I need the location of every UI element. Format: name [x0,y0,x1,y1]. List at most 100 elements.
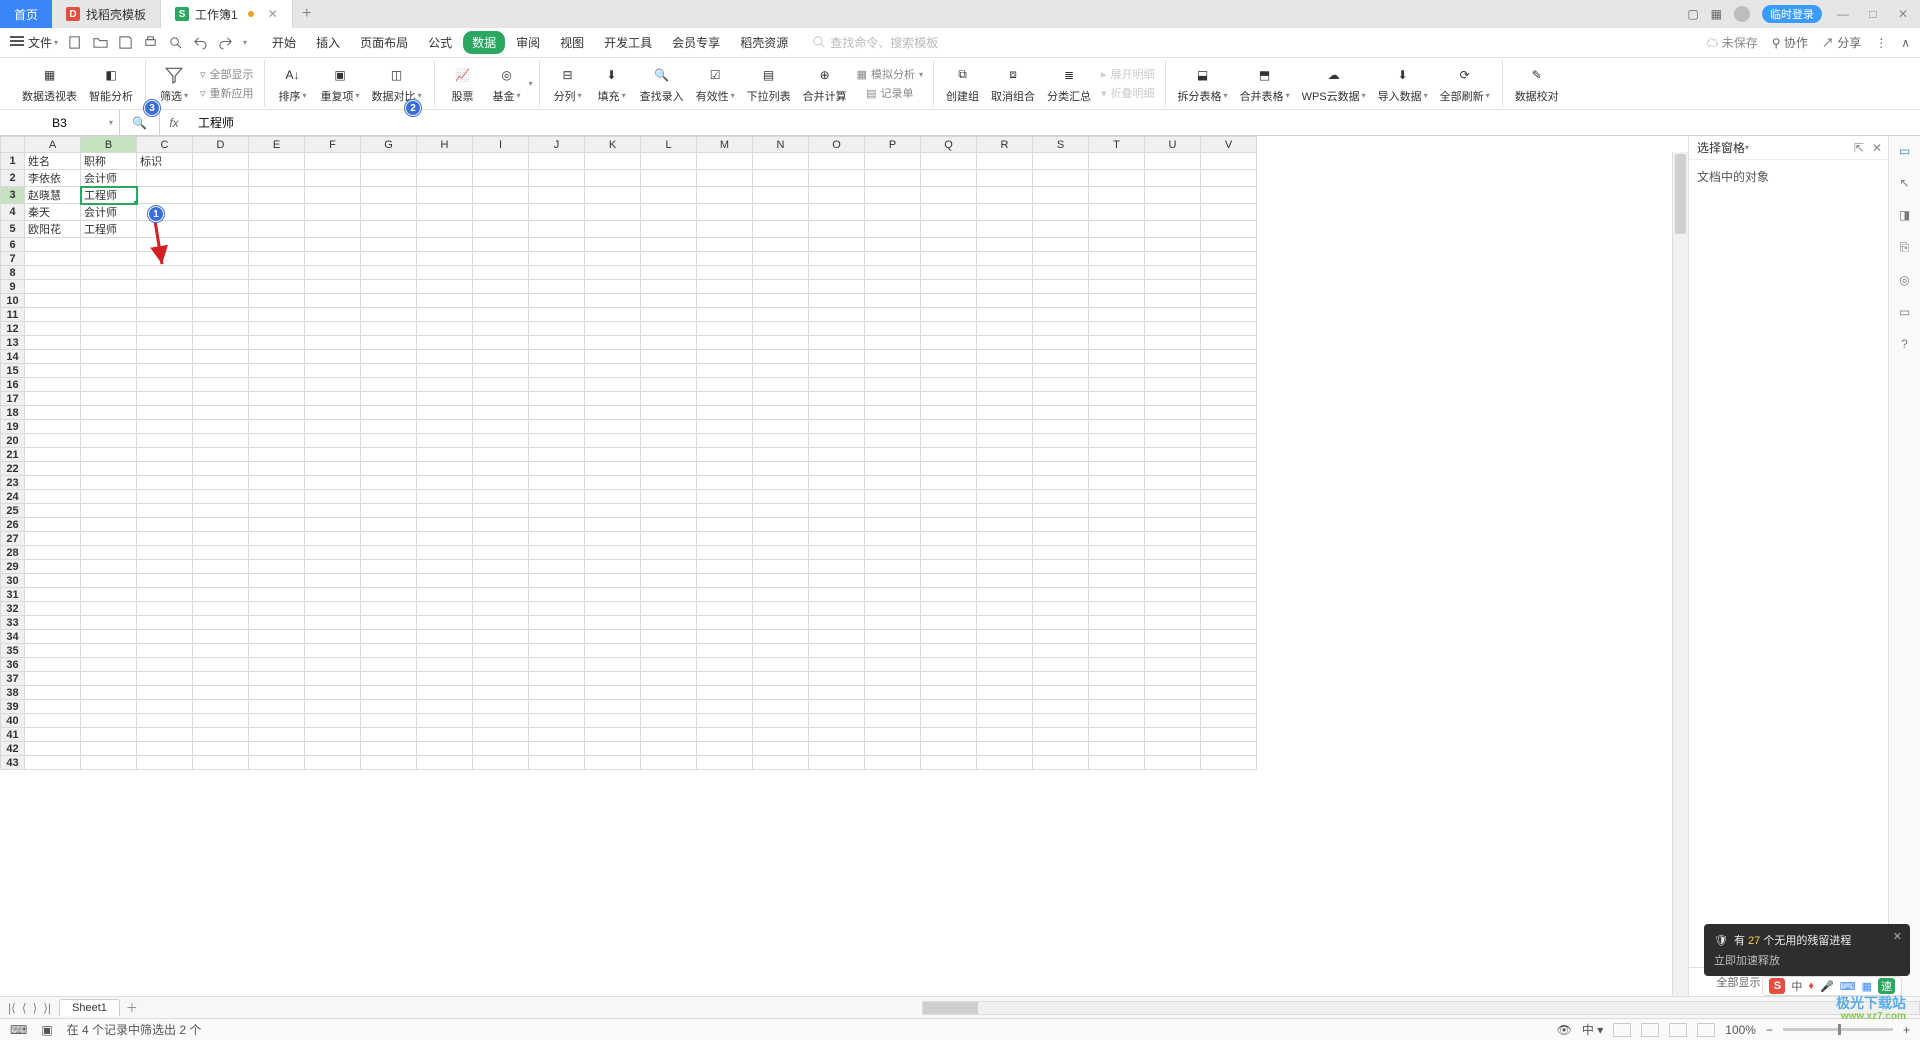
cell-T17[interactable] [1089,392,1145,406]
tab-home[interactable]: 首页 [0,0,52,28]
cell-H29[interactable] [417,560,473,574]
cell-S17[interactable] [1033,392,1089,406]
cell-R5[interactable] [977,221,1033,238]
fx-button[interactable]: fx [160,110,188,135]
cell-J16[interactable] [529,378,585,392]
cell-K13[interactable] [585,336,641,350]
duplicates-button[interactable]: ▣重复项▾ [315,64,366,104]
cell-H22[interactable] [417,462,473,476]
cell-V29[interactable] [1201,560,1257,574]
cell-P36[interactable] [865,658,921,672]
cell-D1[interactable] [193,153,249,170]
cell-V34[interactable] [1201,630,1257,644]
collapse-ribbon-icon[interactable]: ∧ [1901,36,1910,50]
cell-J37[interactable] [529,672,585,686]
cell-Q42[interactable] [921,742,977,756]
side-help-icon[interactable]: ? [1901,337,1908,351]
cell-S42[interactable] [1033,742,1089,756]
cell-T35[interactable] [1089,644,1145,658]
cell-T24[interactable] [1089,490,1145,504]
cell-S19[interactable] [1033,420,1089,434]
cell-J29[interactable] [529,560,585,574]
cell-B31[interactable] [81,588,137,602]
view-break-button[interactable] [1669,1023,1687,1037]
cell-L21[interactable] [641,448,697,462]
cell-M32[interactable] [697,602,753,616]
cell-R25[interactable] [977,504,1033,518]
cell-L13[interactable] [641,336,697,350]
cell-E26[interactable] [249,518,305,532]
cell-I8[interactable] [473,266,529,280]
cell-Q14[interactable] [921,350,977,364]
cell-G25[interactable] [361,504,417,518]
cell-G35[interactable] [361,644,417,658]
cell-D37[interactable] [193,672,249,686]
cell-E9[interactable] [249,280,305,294]
cell-P34[interactable] [865,630,921,644]
cell-H17[interactable] [417,392,473,406]
cell-T15[interactable] [1089,364,1145,378]
cell-B30[interactable] [81,574,137,588]
cell-K16[interactable] [585,378,641,392]
col-header-Q[interactable]: Q [921,137,977,153]
cell-E33[interactable] [249,616,305,630]
cell-K17[interactable] [585,392,641,406]
cell-V20[interactable] [1201,434,1257,448]
cell-M26[interactable] [697,518,753,532]
cell-G22[interactable] [361,462,417,476]
cell-U40[interactable] [1145,714,1201,728]
cell-R18[interactable] [977,406,1033,420]
cell-Q40[interactable] [921,714,977,728]
cell-N40[interactable] [753,714,809,728]
cell-R3[interactable] [977,187,1033,204]
cell-R8[interactable] [977,266,1033,280]
cell-Q4[interactable] [921,204,977,221]
cell-T20[interactable] [1089,434,1145,448]
cell-H42[interactable] [417,742,473,756]
cell-H43[interactable] [417,756,473,770]
spreadsheet-grid[interactable]: ABCDEFGHIJKLMNOPQRSTUV1姓名职称标识2李依依会计师3赵晓慧… [0,136,1257,770]
side-settings-icon[interactable]: ◎ [1899,273,1909,287]
cell-M20[interactable] [697,434,753,448]
cell-A7[interactable] [25,252,81,266]
cell-F3[interactable] [305,187,361,204]
cell-B42[interactable] [81,742,137,756]
cell-O34[interactable] [809,630,865,644]
cell-F26[interactable] [305,518,361,532]
cell-C39[interactable] [137,700,193,714]
cell-E11[interactable] [249,308,305,322]
cell-T34[interactable] [1089,630,1145,644]
cell-O30[interactable] [809,574,865,588]
group-button[interactable]: ⧉创建组 [940,64,985,104]
cell-C12[interactable] [137,322,193,336]
cell-O9[interactable] [809,280,865,294]
cell-J35[interactable] [529,644,585,658]
cell-U12[interactable] [1145,322,1201,336]
cell-J15[interactable] [529,364,585,378]
cell-S41[interactable] [1033,728,1089,742]
sheet-nav-last-icon[interactable]: ⟩| [43,1001,51,1015]
cell-O22[interactable] [809,462,865,476]
cell-M35[interactable] [697,644,753,658]
cell-L39[interactable] [641,700,697,714]
cell-A31[interactable] [25,588,81,602]
add-sheet-button[interactable]: ＋ [126,999,138,1016]
cell-D38[interactable] [193,686,249,700]
cell-A41[interactable] [25,728,81,742]
cell-E6[interactable] [249,238,305,252]
cell-B11[interactable] [81,308,137,322]
cell-T40[interactable] [1089,714,1145,728]
cell-F19[interactable] [305,420,361,434]
ime-bar[interactable]: S 中 ♦ 🎤 ⌨ ▦ 速 [1762,976,1902,996]
cell-U36[interactable] [1145,658,1201,672]
cell-J40[interactable] [529,714,585,728]
cell-J26[interactable] [529,518,585,532]
cell-E5[interactable] [249,221,305,238]
cell-U23[interactable] [1145,476,1201,490]
cell-D26[interactable] [193,518,249,532]
cell-F10[interactable] [305,294,361,308]
cell-C41[interactable] [137,728,193,742]
cell-S20[interactable] [1033,434,1089,448]
cell-Q16[interactable] [921,378,977,392]
cell-O29[interactable] [809,560,865,574]
